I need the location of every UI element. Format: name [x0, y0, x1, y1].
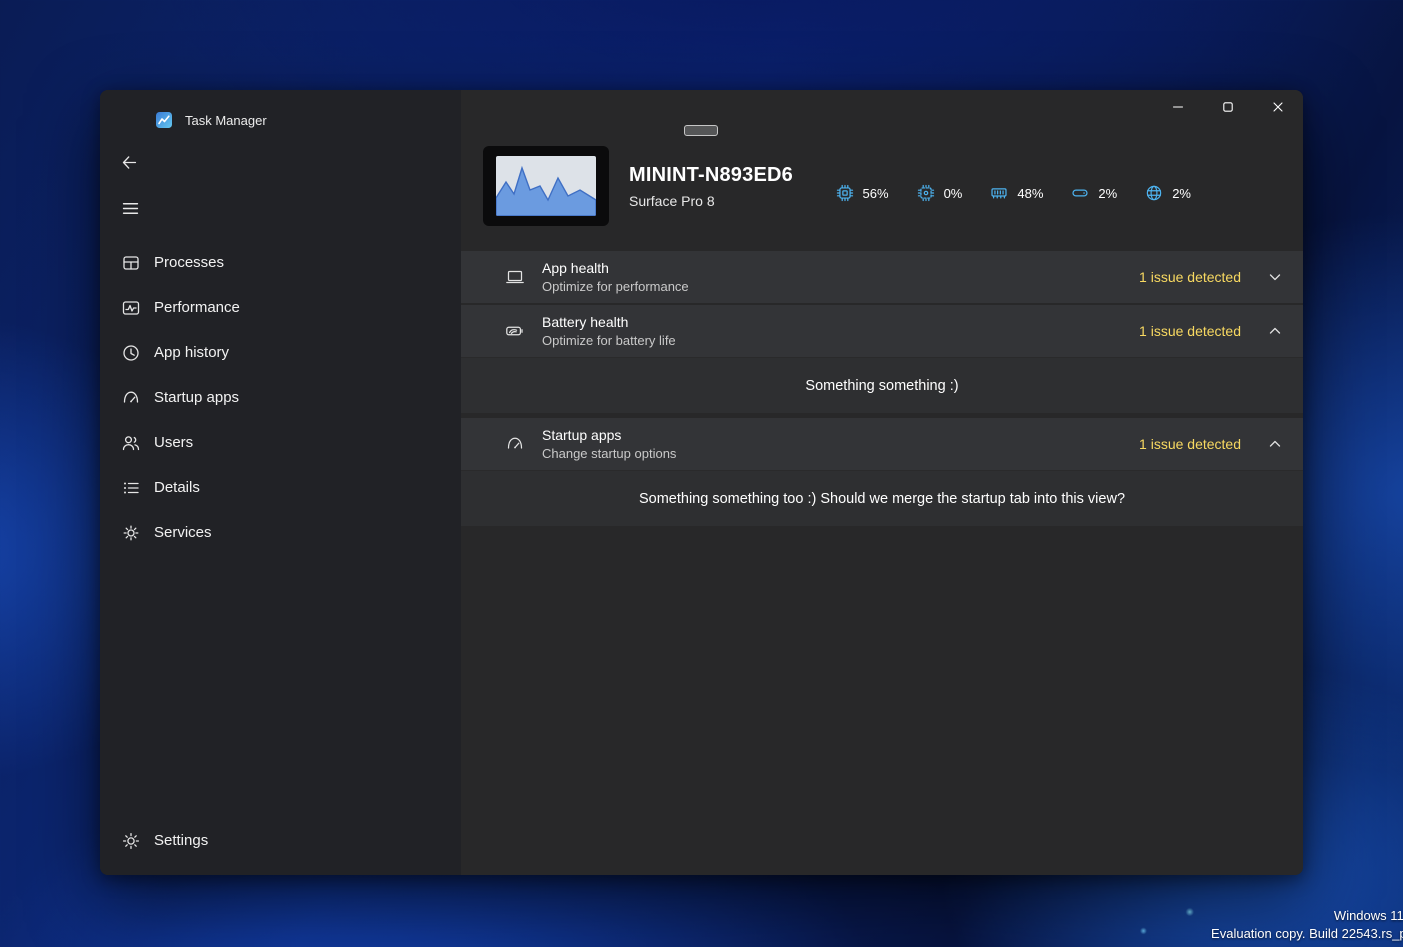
sidebar-item-services[interactable]: Services [100, 510, 461, 555]
details-icon [121, 478, 141, 498]
gpu-stat: 0% [917, 184, 963, 202]
users-icon [121, 433, 141, 453]
sidebar-item-label: App history [154, 344, 229, 361]
sidebar-nav: Processes Performance App history [100, 240, 461, 555]
sidebar-item-settings[interactable]: Settings [100, 818, 461, 863]
sidebar-item-label: Users [154, 434, 193, 451]
resource-stats: 56% 0% [836, 184, 1191, 202]
issue-badge: 1 issue detected [1139, 269, 1241, 285]
close-button[interactable] [1253, 92, 1303, 122]
disk-value: 2% [1098, 186, 1117, 201]
sidebar-item-label: Startup apps [154, 389, 239, 406]
startup-apps-icon [121, 388, 141, 408]
main-panel: MININT-N893ED6 Surface Pro 8 56% [461, 90, 1303, 875]
gpu-value: 0% [944, 186, 963, 201]
chevron-up-icon[interactable] [1267, 323, 1283, 339]
cpu-value: 56% [863, 186, 889, 201]
device-summary: MININT-N893ED6 Surface Pro 8 56% [483, 146, 1303, 226]
app-title-row: Task Manager [100, 90, 461, 129]
device-model: Surface Pro 8 [629, 193, 793, 209]
issue-badge: 1 issue detected [1139, 323, 1241, 339]
task-manager-logo-icon [155, 111, 173, 129]
sidebar-spacer [100, 555, 461, 818]
sidebar-item-users[interactable]: Users [100, 420, 461, 465]
section-title: Startup apps [542, 427, 676, 443]
performance-thumbnail-chart [496, 156, 596, 216]
services-icon [121, 523, 141, 543]
disk-icon [1071, 184, 1089, 202]
network-stat: 2% [1145, 184, 1191, 202]
sidebar: Task Manager [100, 90, 461, 875]
network-globe-icon [1145, 184, 1163, 202]
section-text: Startup apps Change startup options [542, 427, 676, 461]
sidebar-item-processes[interactable]: Processes [100, 240, 461, 285]
section-subtitle: Change startup options [542, 446, 676, 461]
performance-icon [121, 298, 141, 318]
chevron-down-icon[interactable] [1267, 269, 1283, 285]
section-subtitle: Optimize for battery life [542, 333, 676, 348]
issue-badge: 1 issue detected [1139, 436, 1241, 452]
evaluation-watermark: Windows 11 I Evaluation copy. Build 2254… [1211, 907, 1403, 943]
sidebar-item-performance[interactable]: Performance [100, 285, 461, 330]
navigation-menu-button[interactable] [112, 191, 148, 225]
cpu-icon [836, 184, 854, 202]
processes-icon [121, 253, 141, 273]
sidebar-item-app-history[interactable]: App history [100, 330, 461, 375]
section-battery-health[interactable]: Battery health Optimize for battery life… [461, 305, 1303, 357]
laptop-icon [505, 267, 525, 287]
app-history-icon [121, 343, 141, 363]
battery-leaf-icon [505, 321, 525, 341]
startup-gauge-icon [505, 434, 525, 454]
back-arrow-icon [120, 153, 139, 172]
hamburger-icon [121, 199, 140, 218]
health-sections: App health Optimize for performance 1 is… [461, 251, 1303, 526]
sidebar-item-startup-apps[interactable]: Startup apps [100, 375, 461, 420]
sidebar-item-label: Performance [154, 299, 240, 316]
memory-value: 48% [1017, 186, 1043, 201]
watermark-line2: Evaluation copy. Build 22543.rs_pr [1211, 925, 1403, 943]
window-drag-handle[interactable] [684, 125, 718, 136]
memory-icon [990, 184, 1008, 202]
section-text: Battery health Optimize for battery life [542, 314, 676, 348]
device-thumbnail [483, 146, 609, 226]
sidebar-item-label: Settings [154, 832, 208, 849]
close-icon [1272, 101, 1284, 113]
section-title: App health [542, 260, 689, 276]
maximize-icon [1222, 101, 1234, 113]
memory-stat: 48% [990, 184, 1043, 202]
section-startup-apps[interactable]: Startup apps Change startup options 1 is… [461, 418, 1303, 470]
gpu-icon [917, 184, 935, 202]
network-value: 2% [1172, 186, 1191, 201]
device-info: MININT-N893ED6 Surface Pro 8 [629, 164, 793, 209]
section-subtitle: Optimize for performance [542, 279, 689, 294]
minimize-button[interactable] [1153, 92, 1203, 122]
back-button[interactable] [112, 148, 146, 176]
app-title: Task Manager [185, 113, 267, 128]
battery-health-details: Something something :) [461, 357, 1303, 413]
watermark-line1: Windows 11 I [1211, 907, 1403, 925]
section-app-health[interactable]: App health Optimize for performance 1 is… [461, 251, 1303, 303]
startup-apps-details: Something something too :) Should we mer… [461, 470, 1303, 526]
sidebar-item-label: Processes [154, 254, 224, 271]
sidebar-item-details[interactable]: Details [100, 465, 461, 510]
gear-icon [121, 831, 141, 851]
section-text: App health Optimize for performance [542, 260, 689, 294]
chevron-up-icon[interactable] [1267, 436, 1283, 452]
task-manager-window: Task Manager [100, 90, 1303, 875]
disk-stat: 2% [1071, 184, 1117, 202]
section-title: Battery health [542, 314, 676, 330]
titlebar [461, 90, 1303, 126]
maximize-button[interactable] [1203, 92, 1253, 122]
sidebar-item-label: Services [154, 524, 212, 541]
device-name: MININT-N893ED6 [629, 164, 793, 187]
cpu-stat: 56% [836, 184, 889, 202]
minimize-icon [1172, 101, 1184, 113]
sidebar-item-label: Details [154, 479, 200, 496]
